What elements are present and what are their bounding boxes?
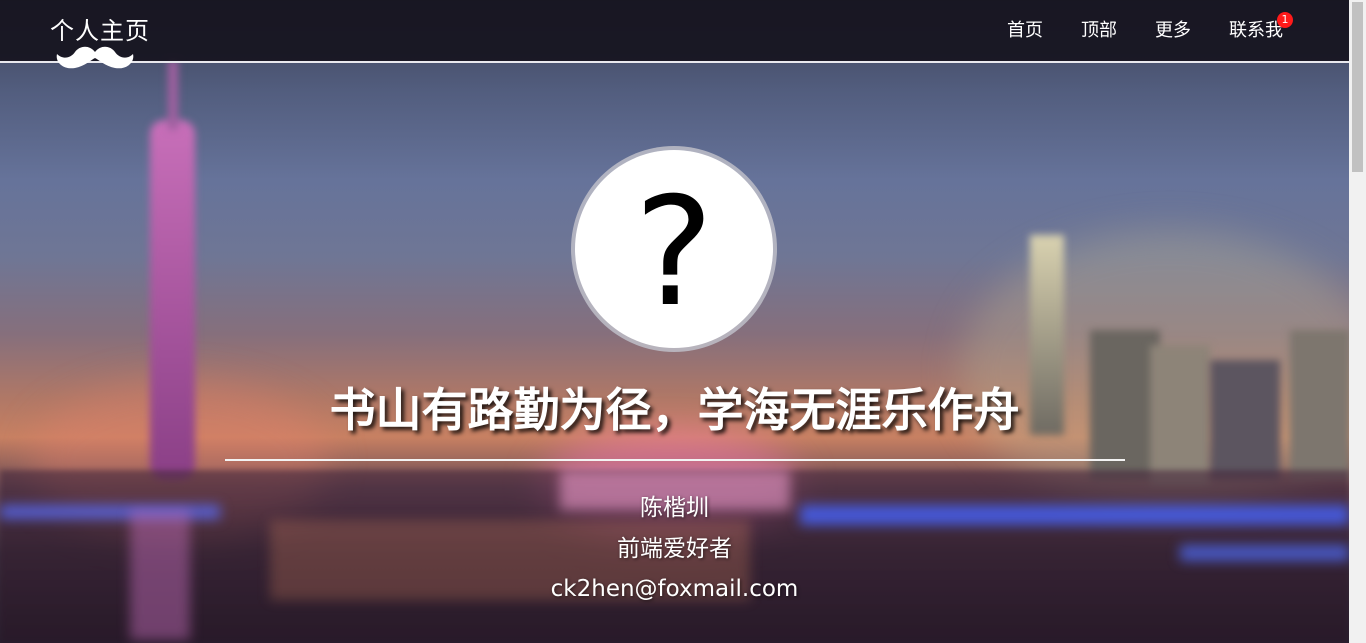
motto-heading: 书山有路勤为径，学海无涯乐作舟 — [329, 383, 1020, 437]
page-scrollbar[interactable] — [1349, 0, 1366, 643]
mustache-icon — [56, 46, 134, 69]
divider — [225, 459, 1125, 461]
nav-item-label: 顶部 — [1081, 20, 1117, 41]
page: 个人主页 首页 顶部 更多 联系我 1 ? 书山有路勤为径，学海无涯乐作舟 陈楷… — [0, 0, 1366, 643]
profile-role: 前端爱好者 — [617, 536, 732, 562]
nav-item-top[interactable]: 顶部 — [1081, 16, 1117, 46]
scrollbar-thumb[interactable] — [1352, 2, 1363, 172]
avatar: ? — [575, 150, 773, 348]
nav-item-contact[interactable]: 联系我 1 — [1229, 12, 1293, 46]
nav-item-more[interactable]: 更多 — [1155, 16, 1191, 46]
nav-item-label: 联系我 — [1229, 20, 1283, 41]
nav-item-label: 更多 — [1155, 20, 1191, 41]
brand-title[interactable]: 个人主页 — [50, 14, 150, 48]
question-mark-icon: ? — [634, 166, 714, 340]
notification-badge: 1 — [1277, 12, 1293, 28]
top-navbar: 个人主页 首页 顶部 更多 联系我 1 — [0, 0, 1349, 63]
nav-item-home[interactable]: 首页 — [1007, 16, 1043, 46]
profile-email[interactable]: ck2hen@foxmail.com — [0, 573, 1349, 605]
profile-name: 陈楷圳 — [640, 495, 709, 521]
nav-menu: 首页 顶部 更多 联系我 1 — [1007, 12, 1293, 46]
nav-item-label: 首页 — [1007, 20, 1043, 41]
